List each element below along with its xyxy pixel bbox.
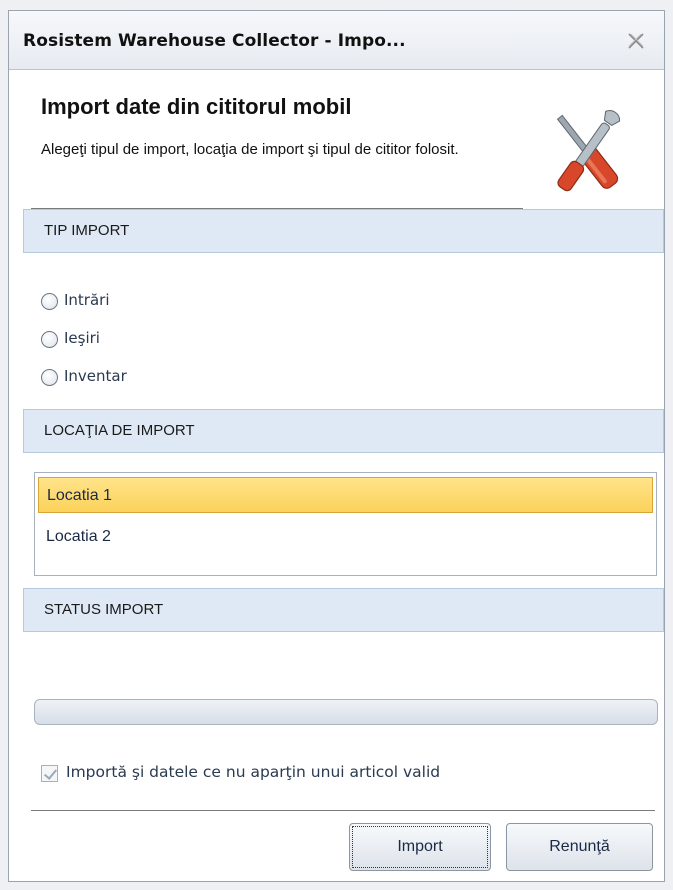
list-item-label: Locatia 2: [46, 528, 111, 545]
radio-label: Intrări: [64, 291, 110, 309]
checkbox-label: Importă şi datele ce nu aparţin unui art…: [66, 763, 441, 781]
cancel-button[interactable]: Renunţă: [506, 823, 653, 871]
radio-label: Inventar: [64, 367, 127, 385]
import-button[interactable]: Import: [349, 823, 491, 871]
tip-import-header: TIP IMPORT: [23, 209, 664, 253]
close-icon[interactable]: [626, 31, 646, 51]
radio-circle[interactable]: [41, 293, 58, 310]
radio-circle[interactable]: [41, 331, 58, 348]
checkbox-box[interactable]: [41, 765, 58, 782]
radio-label: Ieşiri: [64, 329, 100, 347]
list-item-locatia-1[interactable]: Locatia 1: [38, 477, 653, 513]
radio-circle[interactable]: [41, 369, 58, 386]
header-description: Alegeţi tipul de import, locaţia de impo…: [41, 141, 459, 158]
locatia-title: LOCAŢIA DE IMPORT: [44, 422, 195, 439]
import-dialog: Rosistem Warehouse Collector - Impo... I…: [8, 10, 665, 882]
window-title: Rosistem Warehouse Collector - Impo...: [23, 31, 406, 51]
footer-divider: [31, 810, 655, 811]
dialog-header: Import date din cititorul mobil Alegeţi …: [9, 70, 664, 210]
import-progress-bar: [34, 699, 658, 725]
list-item-label: Locatia 1: [47, 487, 112, 504]
list-item-locatia-2[interactable]: Locatia 2: [38, 519, 653, 555]
title-bar[interactable]: Rosistem Warehouse Collector - Impo...: [9, 11, 664, 70]
status-title: STATUS IMPORT: [44, 601, 164, 618]
status-header: STATUS IMPORT: [23, 588, 664, 632]
location-list[interactable]: Locatia 1 Locatia 2: [34, 472, 657, 576]
tip-import-title: TIP IMPORT: [44, 222, 130, 239]
tools-icon: [549, 104, 625, 200]
header-title: Import date din cititorul mobil: [41, 94, 352, 119]
locatia-header: LOCAŢIA DE IMPORT: [23, 409, 664, 453]
